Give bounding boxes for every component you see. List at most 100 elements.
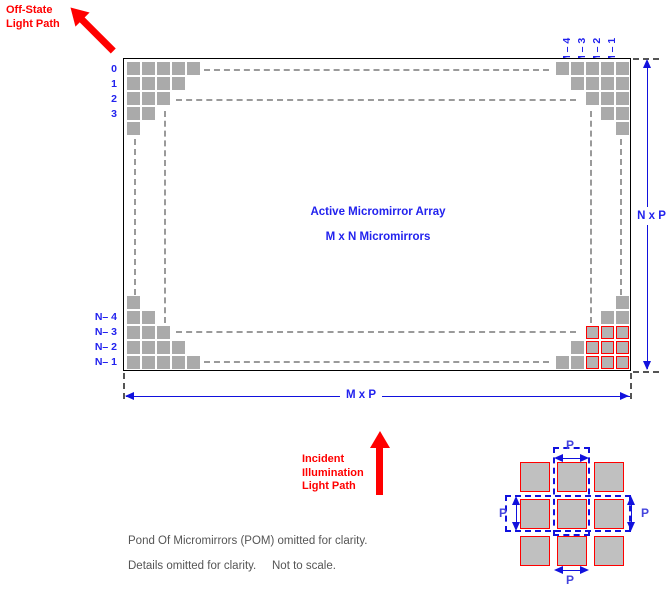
col-connector-m1 xyxy=(620,139,622,295)
mirror-tl-r0c0 xyxy=(127,62,140,75)
mirror-bl-r4c4 xyxy=(187,356,200,369)
mirror-br-r4c2-highlight xyxy=(586,356,599,369)
pitch-cell-r0c2 xyxy=(594,462,624,492)
pitch-arrow-left-up xyxy=(512,496,520,505)
row-label-bottom-n4: N– 4 xyxy=(94,311,117,323)
mirror-bl-r2c1 xyxy=(142,326,155,339)
incident-arrow-shaft xyxy=(376,447,383,495)
mirror-tr-r1c1 xyxy=(571,77,584,90)
pitch-cell-r2c2 xyxy=(594,536,624,566)
pitch-label-left: P xyxy=(499,506,508,520)
row-connector-n1 xyxy=(204,361,549,363)
mirror-tl-r3c1 xyxy=(142,107,155,120)
mirror-br-r2c4-highlight xyxy=(616,326,629,339)
col-connector-0 xyxy=(134,139,136,295)
mirror-br-r4c4-highlight xyxy=(616,356,629,369)
mirror-tr-r0c2 xyxy=(586,62,599,75)
mirror-bl-r3c2 xyxy=(157,341,170,354)
mirror-tl-r2c1 xyxy=(142,92,155,105)
mirror-bl-r4c3 xyxy=(172,356,185,369)
mirror-tl-r0c3 xyxy=(172,62,185,75)
diagram-canvas: Off-State Light Path 0 1 2 3 M – 4 M – 3… xyxy=(0,0,671,600)
pitch-arrow-top-right xyxy=(580,454,589,462)
pitch-cell-r2c1 xyxy=(557,536,587,566)
mirror-tr-r2c3 xyxy=(601,92,614,105)
footnote-details: Details omitted for clarity. xyxy=(128,560,257,572)
mirror-br-r1c3 xyxy=(601,311,614,324)
mirror-tr-r2c2 xyxy=(586,92,599,105)
col-connector-m3 xyxy=(590,111,592,323)
mirror-tr-r0c3 xyxy=(601,62,614,75)
mirror-br-r2c3-highlight xyxy=(601,326,614,339)
mirror-tl-r1c1 xyxy=(142,77,155,90)
mirror-bl-r0c0 xyxy=(127,296,140,309)
mirror-bl-r2c2 xyxy=(157,326,170,339)
extension-line-bottom-right xyxy=(630,373,632,399)
col-connector-2 xyxy=(164,111,166,323)
pitch-label-top: P xyxy=(566,438,575,452)
mirror-tl-r1c0 xyxy=(127,77,140,90)
row-label-top-0: 0 xyxy=(111,63,117,75)
mirror-tl-r1c3 xyxy=(172,77,185,90)
pitch-box-horizontal xyxy=(505,495,631,532)
pitch-arrow-top-left xyxy=(554,454,563,462)
mirror-tl-r2c0 xyxy=(127,92,140,105)
pitch-arrow-right-down xyxy=(627,522,635,531)
mirror-bl-r4c1 xyxy=(142,356,155,369)
dimension-arrow-left xyxy=(125,392,134,400)
pitch-arrow-bottom-left xyxy=(554,566,563,574)
footnote-scale: Not to scale. xyxy=(272,560,336,572)
extension-line-bottom-right-h xyxy=(633,371,659,373)
mirror-br-r4c0 xyxy=(556,356,569,369)
footnote-pom: Pond Of Micromirrors (POM) omitted for c… xyxy=(128,535,368,547)
mirror-tr-r4c4 xyxy=(616,122,629,135)
off-state-arrow-shaft xyxy=(78,15,116,54)
mirror-bl-r1c0 xyxy=(127,311,140,324)
dimension-label-horizontal: M x P xyxy=(340,389,383,401)
mirror-bl-r3c3 xyxy=(172,341,185,354)
mirror-tr-r3c3 xyxy=(601,107,614,120)
row-label-bottom-n1: N– 1 xyxy=(94,356,117,368)
mirror-tl-r2c2 xyxy=(157,92,170,105)
mirror-bl-r4c2 xyxy=(157,356,170,369)
mirror-tl-r0c2 xyxy=(157,62,170,75)
pitch-detail-group: P P P P xyxy=(498,438,671,595)
pitch-cell-r2c0 xyxy=(520,536,550,566)
micromirror-array-frame: Active Micromirror Array M x N Micromirr… xyxy=(123,58,631,371)
mirror-bl-r2c0 xyxy=(127,326,140,339)
mirror-tr-r1c3 xyxy=(601,77,614,90)
dimension-arrow-up xyxy=(643,59,651,68)
mirror-tl-r0c1 xyxy=(142,62,155,75)
mirror-br-r1c4 xyxy=(616,311,629,324)
dimension-arrow-right xyxy=(620,392,629,400)
mirror-br-r0c4 xyxy=(616,296,629,309)
incident-arrow-head xyxy=(369,431,390,448)
mirror-tr-r1c4 xyxy=(616,77,629,90)
mirror-tr-r3c4 xyxy=(616,107,629,120)
row-connector-n3 xyxy=(176,331,576,333)
mirror-br-r4c1 xyxy=(571,356,584,369)
pitch-label-right: P xyxy=(641,506,650,520)
row-label-top-3: 3 xyxy=(111,108,117,120)
off-state-arrow xyxy=(49,0,134,70)
dimension-label-vertical: N x P xyxy=(632,207,671,225)
mirror-br-r3c2-highlight xyxy=(586,341,599,354)
pitch-label-bottom: P xyxy=(566,573,575,587)
pitch-arrow-bottom-right xyxy=(580,566,589,574)
mirror-tl-r3c0 xyxy=(127,107,140,120)
mirror-br-r3c3-highlight xyxy=(601,341,614,354)
row-label-bottom-n2: N– 2 xyxy=(94,341,117,353)
array-title-line1: Active Micromirror Array xyxy=(310,206,446,218)
mirror-tl-r4c0 xyxy=(127,122,140,135)
mirror-bl-r1c1 xyxy=(142,311,155,324)
mirror-bl-r3c1 xyxy=(142,341,155,354)
mirror-bl-r4c0 xyxy=(127,356,140,369)
incident-light-path-label: Incident Illumination Light Path xyxy=(302,453,364,492)
row-label-top-1: 1 xyxy=(111,78,117,90)
mirror-br-r2c2-highlight xyxy=(586,326,599,339)
row-label-bottom-n3: N– 3 xyxy=(94,326,117,338)
array-title-line2: M x N Micromirrors xyxy=(325,231,431,243)
mirror-br-r4c3-highlight xyxy=(601,356,614,369)
row-connector-0 xyxy=(204,69,549,71)
pitch-arrow-right-up xyxy=(627,496,635,505)
